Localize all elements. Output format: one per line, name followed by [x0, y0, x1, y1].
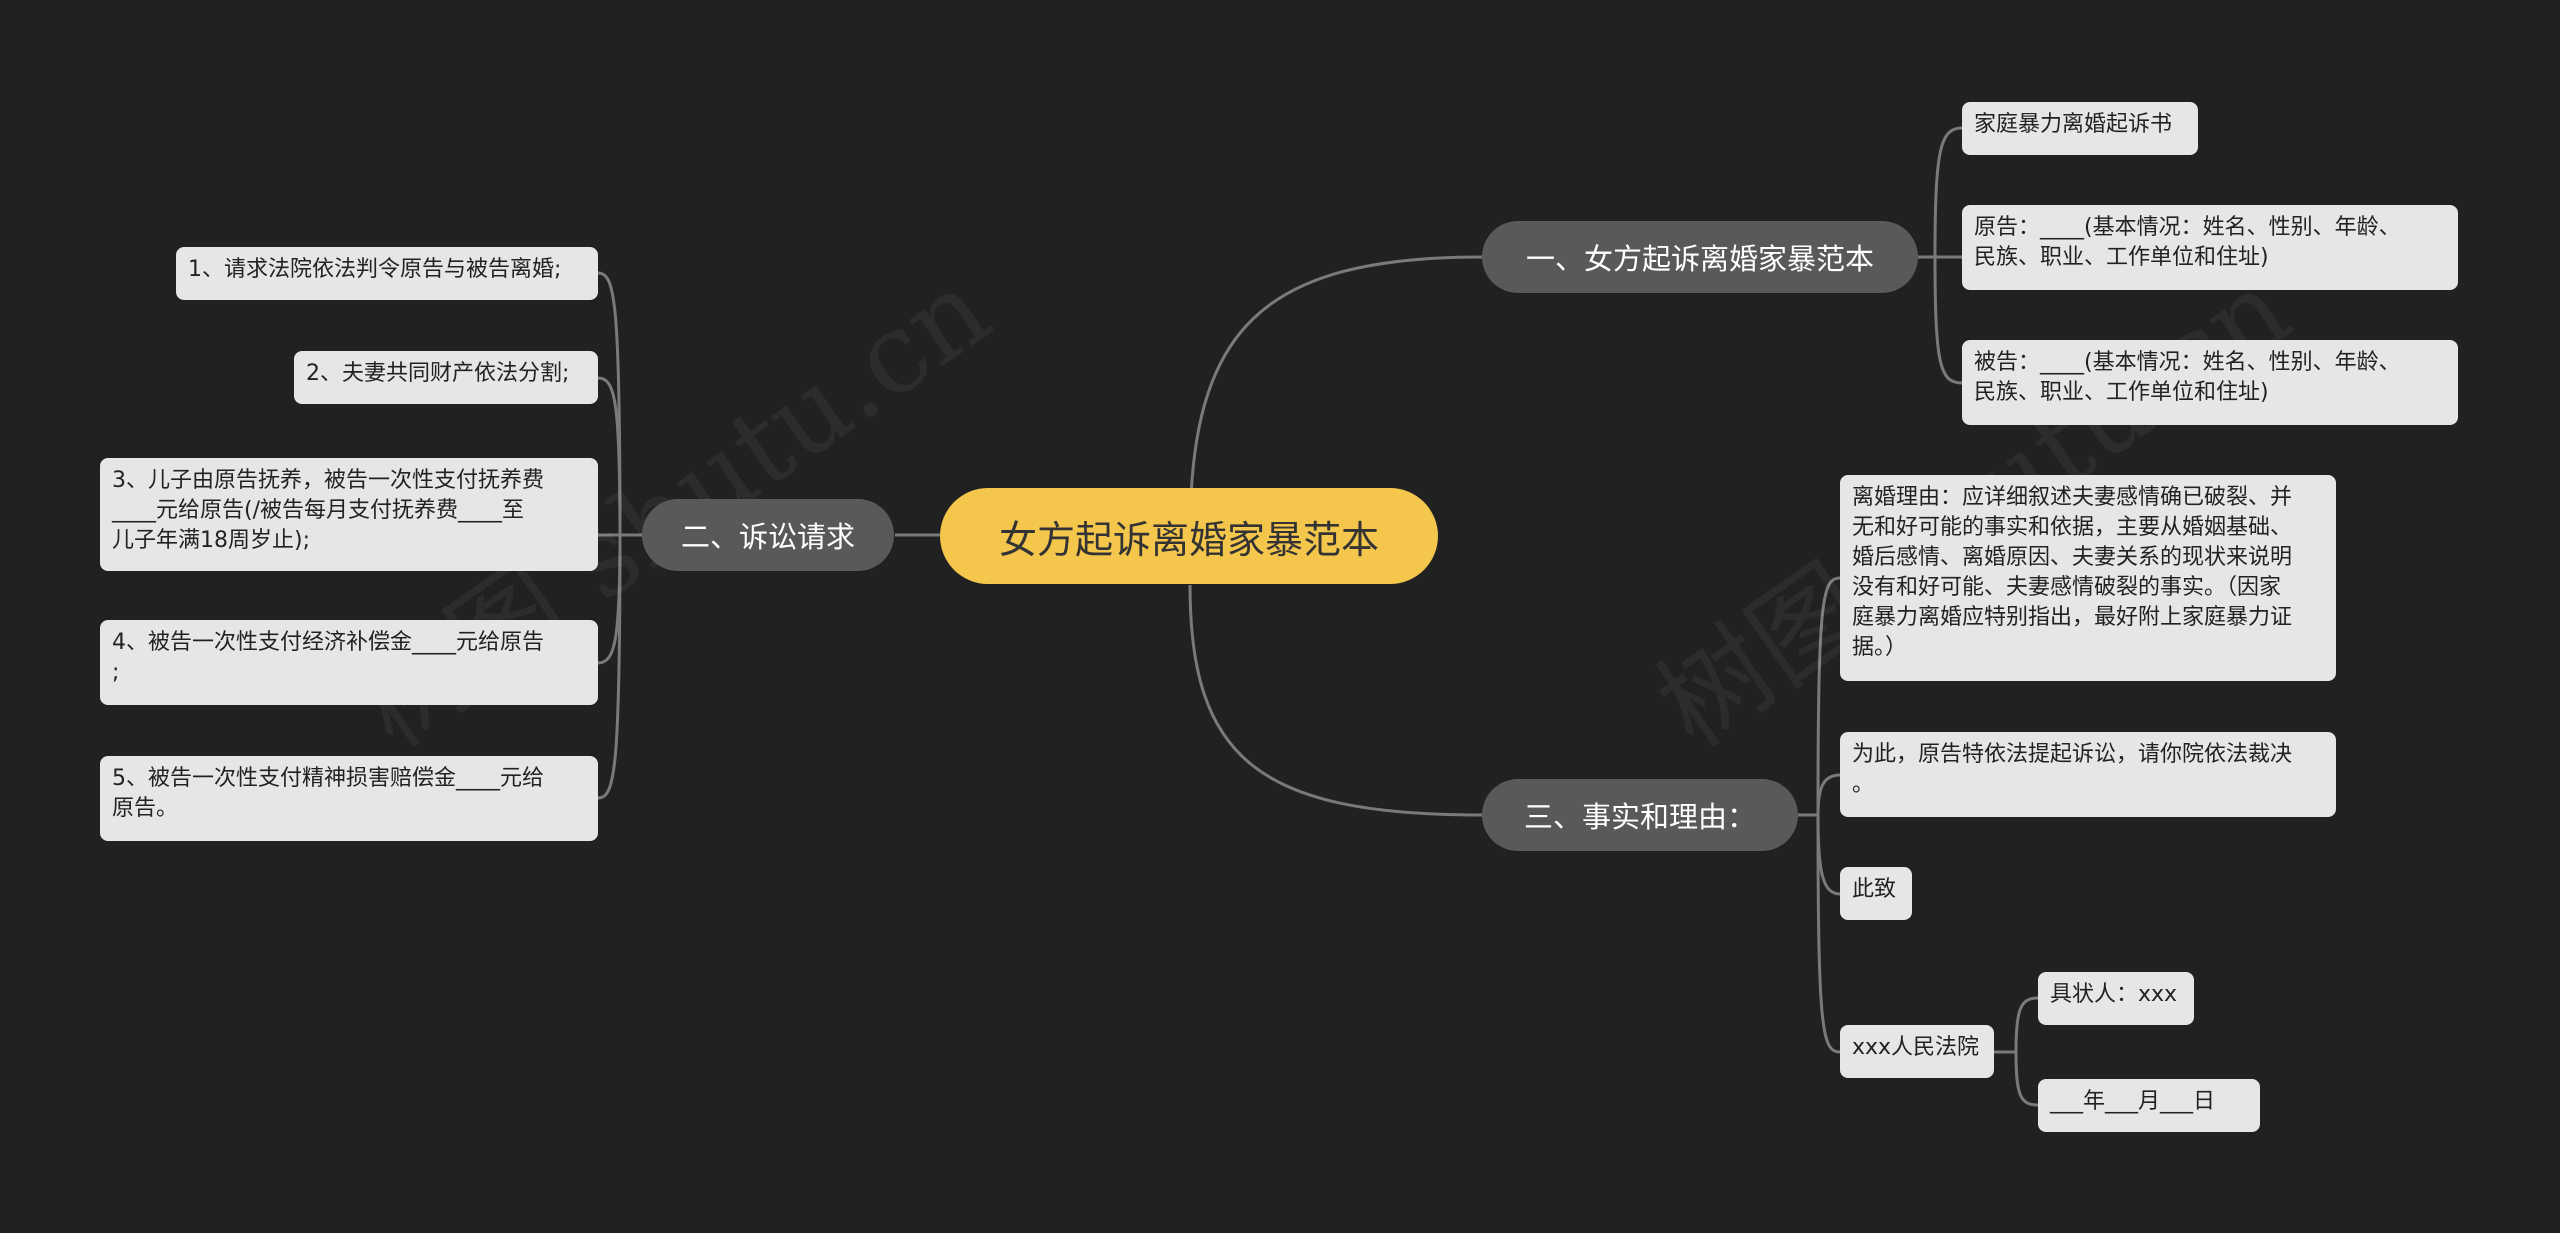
leaf-node[interactable]: 被告：____(基本情况：姓名、性别、年龄、 民族、职业、工作单位和住址) [1962, 340, 2458, 425]
leaf-node[interactable]: 3、儿子由原告抚养，被告一次性支付抚养费 ____元给原告(/被告每月支付抚养费… [100, 458, 598, 571]
leaf-text: 具状人：xxx [2050, 982, 2178, 1007]
leaf-text: 3、儿子由原告抚养，被告一次性支付抚养费 ____元给原告(/被告每月支付抚养费… [112, 468, 544, 553]
root-node[interactable]: 女方起诉离婚家暴范本 [940, 488, 1438, 584]
leaf-node[interactable]: 为此，原告特依法提起诉讼，请你院依法裁决 。 [1840, 732, 2336, 817]
link-court-c2 [2014, 1051, 2039, 1107]
link-b1-c1 [1933, 126, 1963, 258]
root-label: 女方起诉离婚家暴范本 [998, 517, 1379, 562]
leaf-node[interactable]: 2、夫妻共同财产依法分割; [294, 351, 598, 404]
link-b2-c2 [597, 376, 622, 536]
leaf-text: 被告：____(基本情况：姓名、性别、年龄、 民族、职业、工作单位和住址) [1974, 350, 2401, 405]
leaf-text: 4、被告一次性支付经济补偿金____元给原告 ; [112, 630, 544, 685]
branch-label: 一、女方起诉离婚家暴范本 [1525, 242, 1874, 276]
leaf-text: 为此，原告特依法提起诉讼，请你院依法裁决 。 [1852, 742, 2293, 797]
branch-label: 二、诉讼请求 [680, 520, 855, 554]
link-court-c1 [2014, 996, 2039, 1053]
leaf-node[interactable]: 具状人：xxx [2038, 972, 2194, 1025]
link-root-b3 [1188, 584, 1483, 817]
leaf-node[interactable]: 家庭暴力离婚起诉书 [1962, 102, 2198, 155]
branch-label: 三、事实和理由： [1523, 800, 1756, 834]
leaf-node[interactable]: 离婚理由：应详细叙述夫妻感情确已破裂、并 无和好可能的事实和依据，主要从婚姻基础… [1840, 475, 2336, 681]
leaf-text: 家庭暴力离婚起诉书 [1974, 112, 2173, 137]
link-b3-c4 [1816, 814, 1841, 1054]
link-b3-c2 [1816, 773, 1841, 816]
leaf-node[interactable]: 此致 [1840, 867, 1912, 920]
leaf-text: 此致 [1852, 877, 1897, 902]
link-b3-c3 [1816, 814, 1841, 896]
leaf-text: ___年___月___日 [2050, 1089, 2216, 1114]
branch-node-3[interactable]: 三、事实和理由： [1482, 779, 1798, 851]
leaf-node[interactable]: 5、被告一次性支付精神损害赔偿金____元给 原告。 [100, 756, 598, 841]
link-b1-c3 [1933, 256, 1963, 385]
branch-node-2[interactable]: 二、诉讼请求 [642, 499, 894, 571]
leaf-text: 2、夫妻共同财产依法分割; [306, 361, 570, 386]
link-b2-c1 [597, 271, 622, 536]
leaf-node[interactable]: 原告：____(基本情况：姓名、性别、年龄、 民族、职业、工作单位和住址) [1962, 205, 2458, 290]
leaf-text: 5、被告一次性支付精神损害赔偿金____元给 原告。 [112, 766, 544, 821]
leaf-text: 原告：____(基本情况：姓名、性别、年龄、 民族、职业、工作单位和住址) [1974, 215, 2401, 270]
leaf-node[interactable]: 1、请求法院依法判令原告与被告离婚; [176, 247, 598, 300]
leaf-node[interactable]: 4、被告一次性支付经济补偿金____元给原告 ; [100, 620, 598, 705]
branch-node-1[interactable]: 一、女方起诉离婚家暴范本 [1482, 221, 1918, 293]
leaf-text: 离婚理由：应详细叙述夫妻感情确已破裂、并 无和好可能的事实和依据，主要从婚姻基础… [1852, 485, 2293, 660]
leaf-node-court[interactable]: xxx人民法院 [1840, 1025, 1994, 1078]
leaf-node[interactable]: ___年___月___日 [2038, 1079, 2260, 1132]
link-b2-c4 [597, 534, 622, 665]
leaf-text: 1、请求法院依法判令原告与被告离婚; [188, 257, 562, 282]
link-b2-c5 [597, 534, 622, 800]
leaf-text: xxx人民法院 [1852, 1035, 1980, 1060]
